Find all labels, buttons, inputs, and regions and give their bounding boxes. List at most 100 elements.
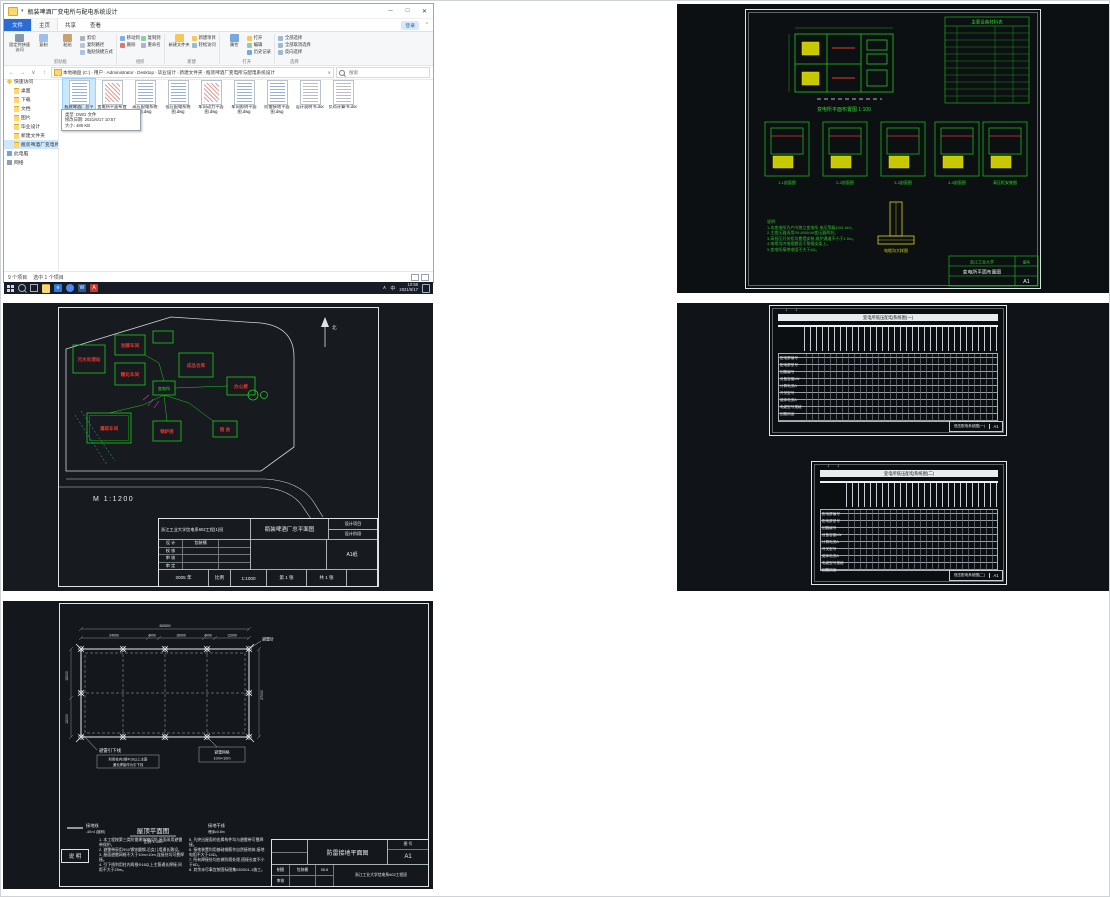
file-list-area: 瓶装啤酒厂总平面图.dwg 变电所平面布置图.dwg 高压配电系统图.dwg 低… xyxy=(59,75,433,272)
chrome-browser-icon[interactable] xyxy=(66,284,74,292)
history-button[interactable]: 历史记录 xyxy=(246,49,271,55)
copy-icon xyxy=(39,34,48,42)
delete-button[interactable]: 删除 xyxy=(119,42,140,48)
sidebar-item-documents[interactable]: 文档 xyxy=(4,104,58,113)
thumbnail-view-icon[interactable] xyxy=(421,273,429,281)
sidebar-item-desktop[interactable]: 桌面 xyxy=(4,86,58,95)
copy-to-button[interactable]: 复制到 xyxy=(140,35,161,41)
titleblock-no-label: 图 号 xyxy=(388,840,428,850)
tab-view[interactable]: 查看 xyxy=(83,19,108,31)
sidebar-item-folder[interactable]: 毕业设计 xyxy=(4,122,58,131)
cad-preview-substation-plan: 变电所平面布置图 1:100 主要设备材料表 1-1剖面图 2-2剖面图 3-3… xyxy=(677,4,1109,293)
file-item[interactable]: 低压配电系统图.dwg xyxy=(162,79,194,116)
file-item[interactable]: 车间照明平面图.dwg xyxy=(228,79,260,116)
autocad-app-icon[interactable]: A xyxy=(90,284,98,292)
diagram-title-band: 变电所低压配电系统图(一) xyxy=(778,314,998,321)
sidebar-network[interactable]: 网络 xyxy=(4,158,58,167)
dwg-thumbnail-icon xyxy=(200,80,222,105)
section-caption: 高压柜安装图 xyxy=(993,179,1017,185)
rename-button[interactable]: 重命名 xyxy=(140,42,161,48)
input-language-indicator[interactable]: 中 xyxy=(390,285,395,292)
ground-main-label: 接地干线 xyxy=(208,822,226,829)
sidebar-this-pc[interactable]: 此电脑 xyxy=(4,149,58,158)
svg-text:北: 北 xyxy=(332,324,337,331)
sidebar-item-folder[interactable]: 新建文件夹 xyxy=(4,131,58,140)
ribbon-group-organize: 移动到 删除 复制到 重命名 组织 xyxy=(118,33,163,65)
needle-label: 避雷针 xyxy=(262,636,274,642)
star-icon xyxy=(6,78,13,85)
quick-access-toolbar[interactable]: ▾ xyxy=(21,8,24,14)
signin-button[interactable]: 登录 xyxy=(401,21,419,30)
tab-file[interactable]: 文件 xyxy=(4,19,32,31)
cut-button[interactable]: 剪切 xyxy=(80,35,113,41)
dwg-thumbnail-icon xyxy=(167,80,189,105)
invert-selection-button[interactable]: 反向选择 xyxy=(277,49,311,55)
svg-text:16000: 16000 xyxy=(176,634,186,638)
file-explorer-taskbar-icon[interactable] xyxy=(42,283,50,293)
details-view-icon[interactable] xyxy=(411,273,419,281)
select-all-button[interactable]: 全部选择 xyxy=(277,35,311,41)
sidebar-quick-access[interactable]: 快速访问 xyxy=(4,77,58,86)
ribbon-group-select: 全部选择 全部取消选择 反向选择 选择 xyxy=(276,33,313,65)
group-label-select: 选择 xyxy=(290,59,299,64)
sidebar-item-current-folder[interactable]: 瓶装啤酒厂变电所与配电系统设计 xyxy=(4,140,58,149)
detail-marks xyxy=(142,394,160,409)
minimize-button[interactable]: ─ xyxy=(382,4,399,18)
cad-preview-distribution-systems: ↓ ↓ 变电所低压配电系统图(一) 配电屏编号 配电屏型号 回路编号 设备容量k… xyxy=(677,303,1109,591)
underground-cables-dashed xyxy=(74,410,116,466)
open-button[interactable]: 打开 xyxy=(246,35,271,41)
properties-button[interactable]: 属性 xyxy=(223,33,246,48)
edge-browser-icon[interactable]: e xyxy=(54,284,62,292)
circuit-table: 配电屏编号 配电屏型号 回路编号 设备容量kW 计算电流A 开关型号 熔体电流A… xyxy=(778,353,998,422)
tab-home[interactable]: 主页 xyxy=(31,19,59,31)
paste-button[interactable]: 粘贴 xyxy=(56,33,79,48)
maximize-button[interactable]: □ xyxy=(399,4,416,18)
taskbar-search-icon[interactable] xyxy=(18,284,26,292)
ribbon-separator xyxy=(163,34,165,64)
roof-plan-title: 屋顶平面图 xyxy=(137,827,170,835)
word-app-icon[interactable]: W xyxy=(78,284,86,292)
clock[interactable]: 10:58 2021/6/17 xyxy=(399,282,418,293)
dimension-lines xyxy=(68,626,262,740)
file-item[interactable]: 设计说明书.doc xyxy=(294,79,326,111)
file-item[interactable]: 负荷计算书.doc xyxy=(327,79,359,111)
paste-shortcut-button[interactable]: 粘贴快捷方式 xyxy=(80,49,113,55)
new-item-button[interactable]: 新建项目 xyxy=(191,35,216,41)
collapse-ribbon-icon[interactable]: ⌃ xyxy=(425,22,429,28)
close-button[interactable]: ✕ xyxy=(416,4,433,18)
dwg-thumbnail-icon xyxy=(266,80,288,105)
feeder-lines xyxy=(804,327,997,351)
tab-share[interactable]: 共享 xyxy=(58,19,83,31)
item-count: 9 个项目 xyxy=(8,274,28,281)
group-label-clipboard: 剪贴板 xyxy=(53,59,67,64)
dwg-thumbnail-icon xyxy=(68,80,90,105)
titleblock-sheet-no: 第 1 张 xyxy=(267,570,307,586)
network-icon xyxy=(7,160,12,165)
tray-expand-icon[interactable]: ∧ xyxy=(383,285,387,291)
select-none-button[interactable]: 全部取消选择 xyxy=(277,42,311,48)
titleblock-drawing-name: 防雷接地平面图 xyxy=(308,840,388,864)
section-caption: 3-3剖面图 xyxy=(894,179,912,185)
move-to-button[interactable]: 移动到 xyxy=(119,35,140,41)
file-item[interactable]: 车间动力平面图.dwg xyxy=(195,79,227,116)
sidebar-item-pictures[interactable]: 图片 xyxy=(4,113,58,122)
ribbon-separator xyxy=(273,34,275,64)
new-folder-button[interactable]: 新建文件夹 xyxy=(168,33,191,48)
sidebar-item-downloads[interactable]: 下载 xyxy=(4,95,58,104)
easy-access-button[interactable]: 轻松访问 xyxy=(191,42,216,48)
start-button[interactable] xyxy=(7,284,14,292)
action-center-icon[interactable] xyxy=(422,283,430,293)
edit-button[interactable]: 编辑 xyxy=(246,42,271,48)
pin-quick-access-button[interactable]: 固定到快速访问 xyxy=(8,33,31,52)
titleblock-drawing-name: 瓶装啤酒厂总平面图 xyxy=(251,519,329,539)
system-diagram-sheet-2: ↓ ↓ 变电所低压配电系统图(二) 配电屏编号 配电屏型号 回路编号 设备容量k… xyxy=(811,461,1007,585)
cad-preview-site-plan: 污水处理站 发酵车间 成品仓库 糖化车间 办公楼 灌装车间 锅炉房 宿 舍 变电… xyxy=(3,303,433,591)
svg-text:成品仓库: 成品仓库 xyxy=(187,362,206,369)
task-view-icon[interactable] xyxy=(30,284,38,292)
incoming-feeder-arrow: ↓ xyxy=(795,307,798,313)
copy-button[interactable]: 复制 xyxy=(32,33,55,48)
titleblock-sheet-total: 共 1 张 xyxy=(307,570,347,586)
file-item[interactable]: 防雷接地平面图.dwg xyxy=(261,79,293,116)
copy-path-button[interactable]: 复制路径 xyxy=(80,42,113,48)
svg-text:12000: 12000 xyxy=(227,634,237,638)
